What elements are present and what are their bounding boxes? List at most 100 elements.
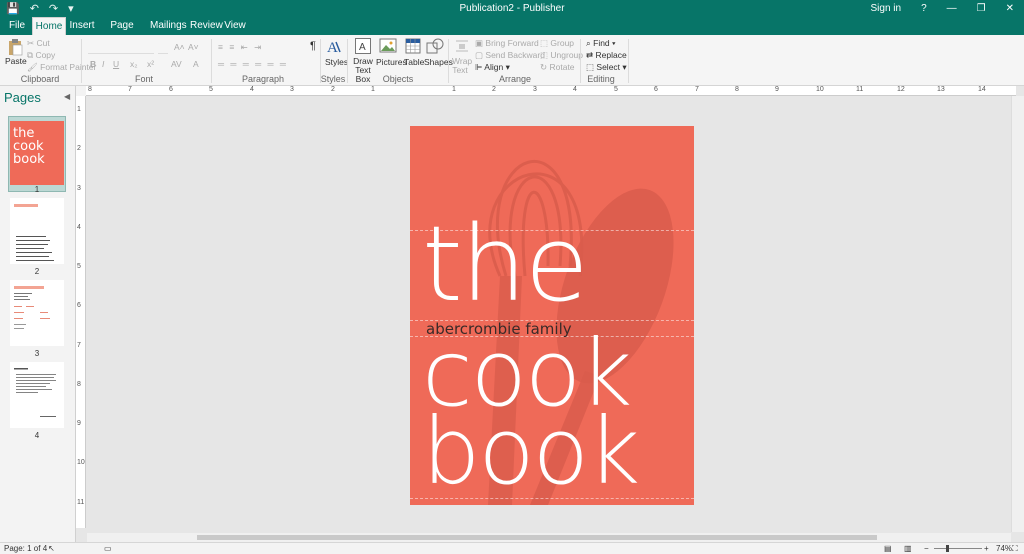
editing-group-label: Editing [587, 74, 615, 84]
find-button[interactable]: ⌕ Find ▾ [586, 38, 616, 49]
tab-view[interactable]: View [222, 17, 248, 35]
font-name-combo[interactable] [88, 42, 154, 54]
page-number-1: 1 [34, 185, 40, 194]
page-indicator[interactable]: Page: 1 of 4 [4, 544, 47, 553]
zoom-slider-handle[interactable] [946, 545, 949, 552]
list-buttons[interactable]: ≡ ≡ ⇤ ⇥ [218, 42, 263, 53]
styles-button[interactable]: Styles [325, 57, 348, 67]
title-bar: 💾 ↶ ↷ ▾ Publication2 - Publisher Sign in… [0, 0, 1024, 17]
pictures-button[interactable]: Pictures [376, 57, 407, 67]
pages-pane-title: Pages [4, 90, 41, 105]
page-thumbnail-1[interactable]: the cook book [10, 121, 64, 185]
cut-button[interactable]: ✂ Cut [27, 38, 50, 49]
tab-page-design[interactable]: Page Design [100, 17, 144, 49]
ribbon-separator [448, 39, 449, 83]
ungroup-button[interactable]: ⬚ Ungroup [540, 50, 583, 61]
table-button[interactable]: Table [404, 57, 424, 67]
fit-page-icon[interactable]: ⛶ [1012, 544, 1018, 554]
ruler-tick-label: 14 [978, 86, 986, 93]
tab-review[interactable]: Review [190, 17, 223, 35]
page-thumbnail-2[interactable] [10, 198, 64, 264]
tab-home[interactable]: Home [32, 17, 66, 35]
ruler-tick-label: 4 [250, 86, 254, 93]
ruler-tick-label: 11 [77, 499, 85, 506]
paragraph-mark-button[interactable]: ¶ [310, 40, 316, 52]
object-size-icon: ▭ [104, 544, 112, 553]
zoom-slider[interactable] [934, 548, 982, 549]
pictures-icon[interactable] [379, 38, 397, 54]
clipboard-group-label: Clipboard [20, 74, 60, 84]
styles-icon[interactable]: A [326, 38, 342, 56]
select-button[interactable]: ⬚ Select ▾ [586, 62, 627, 73]
restore-button[interactable]: ❐ [967, 3, 996, 14]
replace-button[interactable]: ⇄ Replace [586, 50, 627, 61]
alignment-buttons[interactable]: ═ ═ ═ ═ ═ ═ [218, 59, 288, 69]
ruler-tick-label: 9 [775, 86, 779, 93]
draw-text-box-button[interactable]: Draw Text Box [348, 57, 378, 84]
cover-title-the[interactable]: the [422, 212, 589, 316]
ruler-corner [76, 86, 86, 96]
horizontal-scrollbar[interactable] [87, 533, 1011, 542]
superscript-button[interactable]: x² [147, 59, 154, 69]
tab-insert[interactable]: Insert [68, 17, 96, 35]
wrap-text-button[interactable]: Wrap Text [452, 57, 472, 75]
close-button[interactable]: ✕ [996, 3, 1024, 14]
subscript-button[interactable]: x₂ [130, 59, 138, 69]
single-page-view-icon[interactable]: ▤ [884, 544, 892, 553]
copy-button[interactable]: ⧉ Copy [27, 50, 55, 61]
grow-font-icon[interactable]: A˄ [174, 42, 185, 52]
ribbon-separator [81, 39, 82, 83]
ruler-tick-label: 8 [88, 86, 92, 93]
vertical-scrollbar[interactable] [1011, 96, 1024, 532]
paste-icon[interactable] [6, 38, 24, 56]
send-backward-button[interactable]: ▢ Send Backward [475, 50, 545, 61]
horizontal-ruler[interactable]: 8 7 6 5 4 3 2 1 1 2 3 4 5 6 7 8 9 10 11 12 13 14 [86, 86, 1016, 96]
table-icon[interactable] [405, 38, 421, 54]
draw-text-box-icon[interactable]: A [355, 38, 371, 54]
character-spacing-button[interactable]: AV [171, 59, 182, 69]
align-button[interactable]: ⊫ Align ▾ [475, 62, 510, 73]
ruler-tick-label: 2 [77, 145, 81, 152]
ruler-tick-label: 3 [533, 86, 537, 93]
tab-mailings[interactable]: Mailings [150, 17, 187, 35]
ruler-tick-label: 11 [856, 86, 864, 93]
two-page-view-icon[interactable]: ▥ [904, 544, 912, 553]
bring-forward-button[interactable]: ▣ Bring Forward [475, 38, 539, 49]
collapse-pane-icon[interactable]: ◀ [64, 92, 70, 101]
ruler-tick-label: 1 [77, 106, 81, 113]
ruler-tick-label: 10 [816, 86, 824, 93]
tab-file[interactable]: File [4, 17, 30, 35]
group-button[interactable]: ⬚ Group [540, 38, 574, 49]
ruler-tick-label: 8 [735, 86, 739, 93]
zoom-in-button[interactable]: + [984, 544, 989, 553]
zoom-out-button[interactable]: − [924, 544, 929, 553]
page-thumbnail-3[interactable] [10, 280, 64, 346]
minimize-button[interactable]: — [937, 3, 967, 14]
arrange-group-label: Arrange [498, 74, 532, 84]
font-size-combo[interactable] [158, 42, 168, 54]
sign-in-link[interactable]: Sign in [861, 3, 912, 14]
format-painter-button[interactable]: 🖌 Format Painter [27, 62, 96, 73]
page-thumbnail-4[interactable] [10, 362, 64, 428]
cover-page[interactable]: the abercrombie family cook book [410, 126, 694, 505]
zoom-level[interactable]: 74% [996, 544, 1012, 553]
ruler-tick-label: 3 [290, 86, 294, 93]
page-number-3: 3 [34, 349, 40, 358]
ruler-tick-label: 13 [937, 86, 945, 93]
horizontal-scroll-thumb[interactable] [197, 535, 877, 540]
wrap-text-icon[interactable] [455, 38, 469, 54]
italic-button[interactable]: I [102, 59, 104, 69]
bold-button[interactable]: B [90, 59, 96, 69]
shrink-font-icon[interactable]: A˅ [188, 42, 199, 52]
objects-group-label: Objects [382, 74, 414, 84]
underline-button[interactable]: U [113, 59, 119, 69]
vertical-ruler[interactable]: 1 2 3 4 5 6 7 8 9 10 11 [76, 96, 86, 528]
font-color-button[interactable]: A [193, 59, 199, 69]
paste-button[interactable]: Paste [5, 56, 27, 66]
rotate-button[interactable]: ↻ Rotate [540, 62, 575, 73]
pages-pane: Pages ◀ the cook book 1 2 3 4 [0, 86, 76, 542]
help-button[interactable]: ? [911, 3, 937, 14]
cover-title-book[interactable]: book [422, 402, 640, 502]
shapes-icon[interactable] [426, 38, 444, 55]
ruler-tick-label: 4 [77, 224, 81, 231]
